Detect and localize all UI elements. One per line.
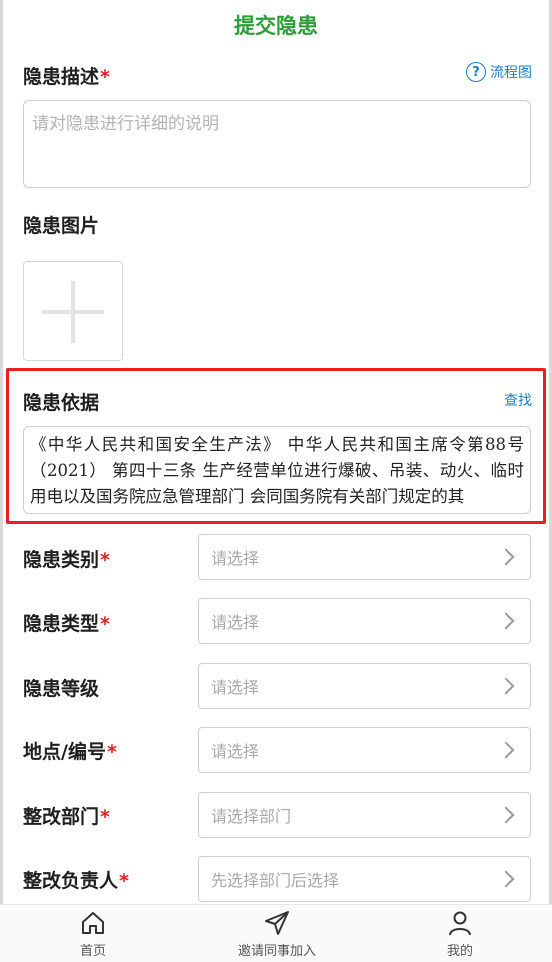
- required-mark: *: [100, 549, 110, 571]
- required-mark: *: [119, 870, 129, 892]
- chevron-right-icon: [497, 677, 515, 695]
- select-placeholder: 先选择部门后选择: [211, 871, 340, 890]
- tab-label: 邀请同事加入: [237, 944, 316, 959]
- tab-invite[interactable]: 邀请同事加入: [226, 905, 328, 962]
- flowchart-link-text: 流程图: [490, 65, 532, 81]
- tab-label: 首页: [79, 944, 106, 959]
- required-mark: *: [100, 66, 110, 88]
- description-label-text: 隐患描述: [23, 66, 100, 88]
- location-select[interactable]: 请选择: [198, 727, 531, 773]
- add-image-button[interactable]: [23, 261, 123, 361]
- field-label-owner: 整改负责人*: [23, 866, 129, 893]
- tab-mine[interactable]: 我的: [432, 905, 488, 962]
- required-mark: *: [106, 741, 117, 763]
- field-label-text: 整改负责人: [23, 870, 119, 892]
- department-select[interactable]: 请选择部门: [198, 792, 531, 838]
- user-icon: [449, 911, 471, 936]
- select-placeholder: 请选择: [211, 613, 260, 632]
- left-edge: [0, 0, 3, 962]
- bottom-tab-bar: 首页 邀请同事加入 我的: [0, 904, 552, 962]
- chevron-right-icon: [497, 741, 515, 759]
- field-label-level: 隐患等级: [23, 674, 100, 701]
- tab-label: 我的: [446, 944, 473, 959]
- images-label: 隐患图片: [23, 215, 100, 237]
- owner-select[interactable]: 先选择部门后选择: [198, 856, 531, 902]
- find-basis-link[interactable]: 查找: [504, 390, 532, 410]
- field-label-text: 隐患等级: [23, 678, 100, 700]
- chevron-right-icon: [497, 870, 515, 888]
- field-label-text: 隐患类别: [23, 549, 100, 571]
- field-label-text: 整改部门: [23, 806, 100, 828]
- chevron-right-icon: [497, 548, 515, 566]
- field-label-text: 隐患类型: [23, 613, 100, 635]
- select-placeholder: 请选择部门: [211, 807, 292, 826]
- send-icon: [265, 911, 289, 935]
- page: 提交隐患 隐患描述* ? 流程图 请对隐患进行详细的说明 隐患图片 隐患依据 查…: [0, 0, 552, 962]
- home-icon: [82, 912, 104, 934]
- required-mark: *: [100, 806, 110, 828]
- field-label-category: 隐患类别*: [23, 545, 110, 572]
- field-label-department: 整改部门*: [23, 802, 110, 829]
- type-select[interactable]: 请选择: [198, 598, 531, 644]
- select-placeholder: 请选择: [211, 678, 260, 697]
- required-mark: *: [100, 613, 110, 635]
- field-label-type: 隐患类型*: [23, 609, 110, 636]
- select-placeholder: 请选择: [211, 549, 260, 568]
- category-select[interactable]: 请选择: [198, 534, 531, 580]
- page-title: 提交隐患: [234, 14, 318, 38]
- description-input[interactable]: 请对隐患进行详细的说明: [23, 100, 531, 188]
- chevron-right-icon: [497, 612, 515, 630]
- level-select[interactable]: 请选择: [198, 663, 531, 709]
- question-circle-icon: ?: [466, 62, 486, 82]
- flowchart-link[interactable]: ? 流程图: [466, 62, 532, 82]
- basis-label: 隐患依据: [23, 392, 100, 414]
- description-label: 隐患描述*: [23, 62, 110, 89]
- field-label-text: 地点/编号: [23, 741, 106, 763]
- basis-content[interactable]: 《中华人民共和国安全生产法》 中华人民共和国主席令第88号（2021） 第四十三…: [23, 426, 531, 514]
- tab-home[interactable]: 首页: [62, 905, 124, 962]
- chevron-right-icon: [497, 806, 515, 824]
- field-label-location: 地点/编号*: [23, 737, 117, 764]
- select-placeholder: 请选择: [211, 742, 260, 761]
